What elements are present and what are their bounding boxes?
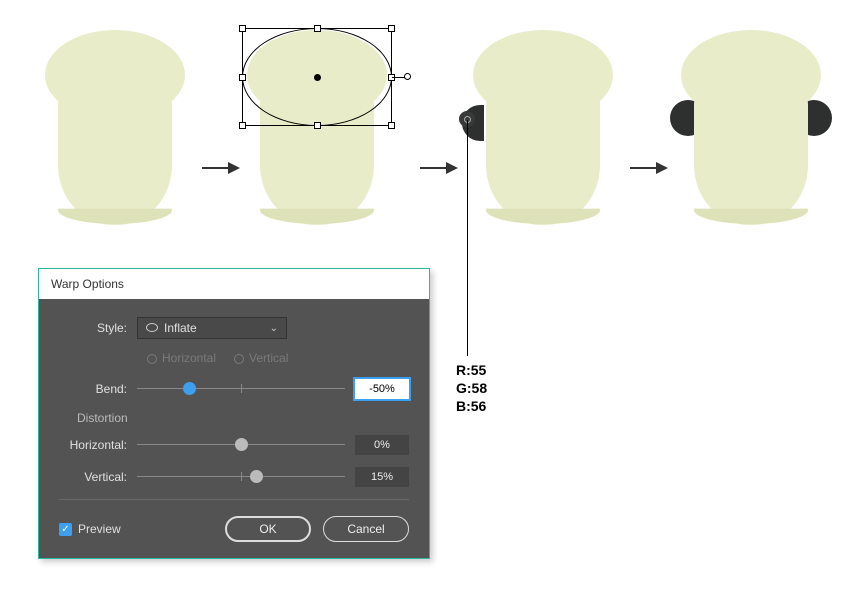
preview-checkbox[interactable]: ✓ Preview <box>59 522 121 536</box>
rgb-g-label: G:58 <box>456 380 487 396</box>
canvas <box>20 20 830 250</box>
distortion-v-value[interactable]: 15% <box>355 467 409 487</box>
bend-thumb[interactable] <box>183 382 196 395</box>
style-value: Inflate <box>164 321 197 335</box>
mushroom-shape-1 <box>40 20 190 220</box>
dialog-body: Style: Inflate ⌄ Horizontal Vertical Ben… <box>39 299 429 558</box>
checkbox-checked-icon: ✓ <box>59 523 72 536</box>
radio-icon <box>234 354 244 364</box>
handle-br[interactable] <box>388 122 395 129</box>
callout-line <box>467 120 468 356</box>
distortion-label: Distortion <box>77 411 409 425</box>
warp-options-dialog[interactable]: Warp Options Style: Inflate ⌄ Horizontal… <box>38 268 430 559</box>
radio-horizontal: Horizontal <box>147 351 216 365</box>
distortion-v-label: Vertical: <box>59 470 137 484</box>
dialog-title: Warp Options <box>39 269 429 299</box>
distortion-h-thumb[interactable] <box>235 438 248 451</box>
bend-label: Bend: <box>59 382 137 396</box>
distortion-v-thumb[interactable] <box>250 470 263 483</box>
ok-button[interactable]: OK <box>225 516 311 542</box>
rgb-b-label: B:56 <box>456 398 486 414</box>
center-anchor[interactable] <box>314 74 321 81</box>
orientation-radios: Horizontal Vertical <box>147 351 409 365</box>
divider <box>59 499 409 500</box>
handle-tr[interactable] <box>388 25 395 32</box>
mushroom-body <box>486 75 600 225</box>
inflate-icon <box>146 323 158 332</box>
mushroom-shape-4 <box>676 20 826 220</box>
style-select[interactable]: Inflate ⌄ <box>137 317 287 339</box>
distortion-v-slider[interactable] <box>137 470 345 484</box>
arrow-icon <box>628 158 668 178</box>
handle-ml[interactable] <box>239 74 246 81</box>
chevron-down-icon: ⌄ <box>270 323 278 334</box>
arrow-icon <box>418 158 458 178</box>
rotation-handle[interactable] <box>404 73 411 80</box>
handle-tc[interactable] <box>314 25 321 32</box>
mushroom-body <box>58 75 172 225</box>
distortion-h-slider[interactable] <box>137 438 345 452</box>
preview-label: Preview <box>78 522 121 536</box>
handle-bc[interactable] <box>314 122 321 129</box>
radio-icon <box>147 354 157 364</box>
radio-vertical: Vertical <box>234 351 288 365</box>
distortion-h-value[interactable]: 0% <box>355 435 409 455</box>
mushroom-body <box>694 75 808 225</box>
handle-tl[interactable] <box>239 25 246 32</box>
arrow-icon <box>200 158 240 178</box>
bend-value-input[interactable]: -50% <box>355 379 409 399</box>
distortion-h-label: Horizontal: <box>59 438 137 452</box>
style-label: Style: <box>59 321 137 335</box>
bend-slider[interactable] <box>137 382 345 396</box>
rgb-r-label: R:55 <box>456 362 486 378</box>
handle-bl[interactable] <box>239 122 246 129</box>
cancel-button[interactable]: Cancel <box>323 516 409 542</box>
mushroom-shape-3 <box>468 20 618 220</box>
mushroom-shape-2[interactable] <box>242 20 392 220</box>
